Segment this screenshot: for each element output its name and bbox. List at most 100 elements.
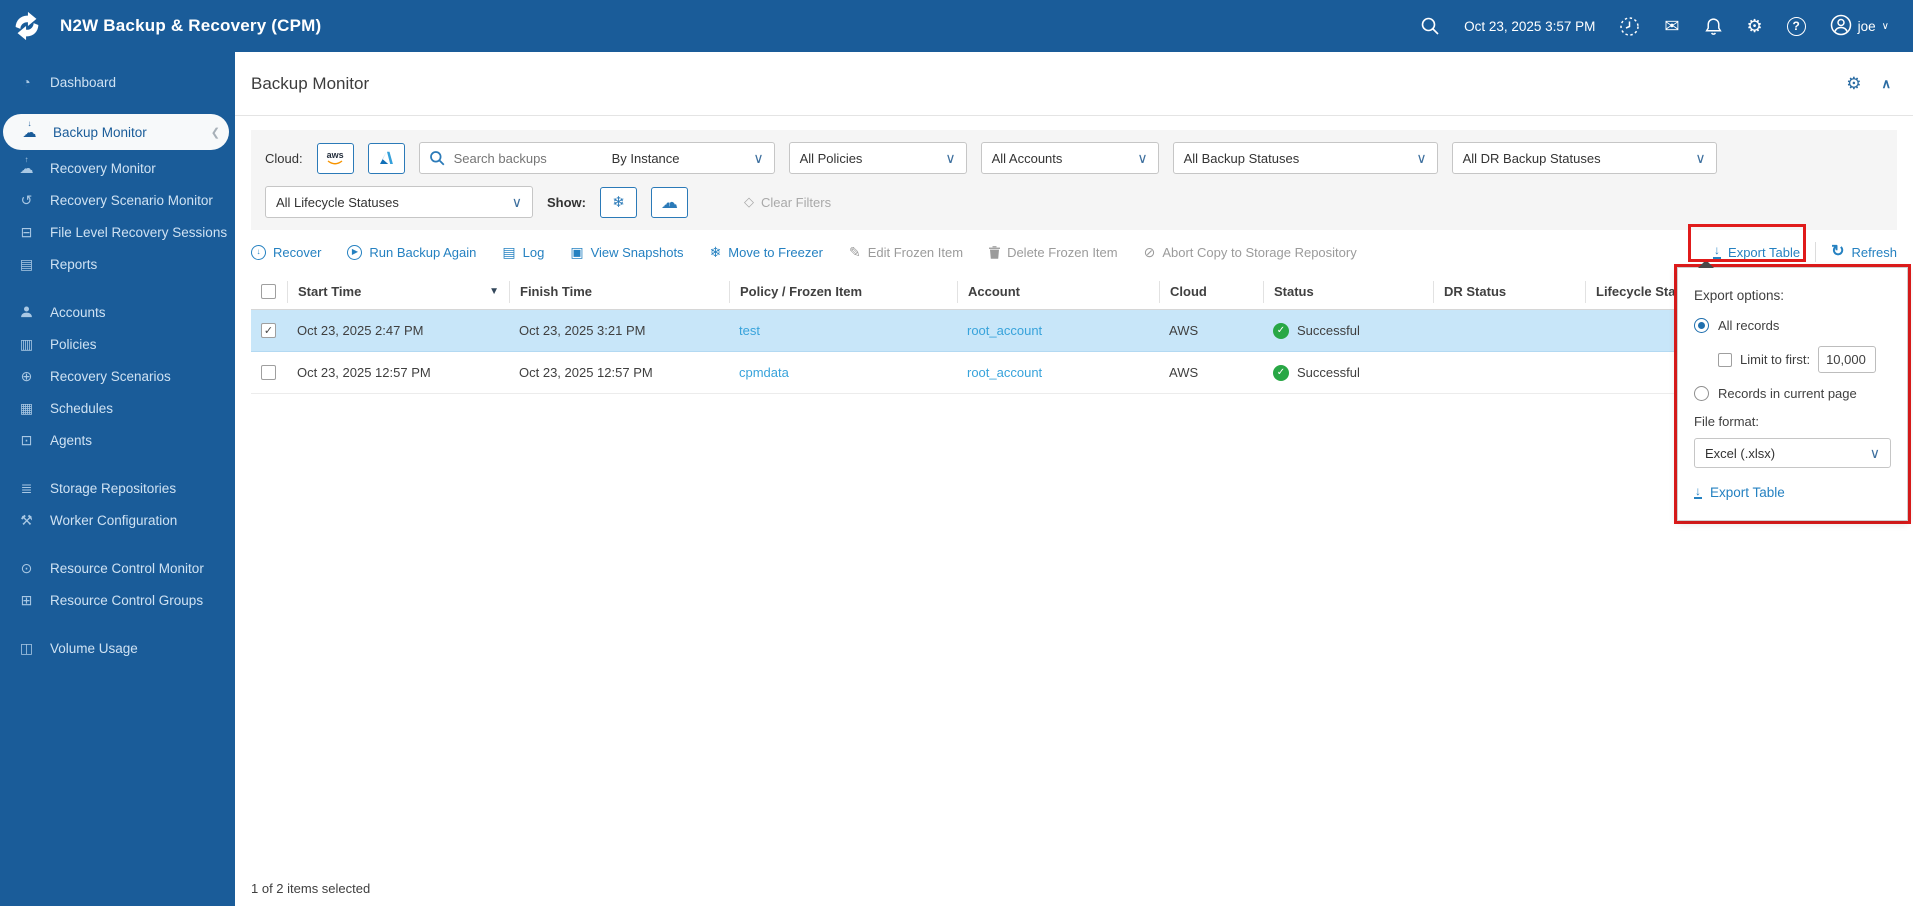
filter-dropdown-all-accounts[interactable]: All Accounts ∨ — [980, 142, 1159, 174]
show-backups-toggle[interactable]: ☁ ↑ — [651, 186, 688, 218]
sidebar-item-backup-monitor[interactable]: ☁ ↓ Backup Monitor — [3, 114, 229, 150]
topbar: N2W Backup & Recovery (CPM) Oct 23, 2025… — [0, 0, 1913, 52]
column-header-finish-time[interactable]: Finish Time — [509, 280, 729, 303]
scroll-icon: ▥ — [19, 336, 34, 352]
sidebar-item-recovery-scenario-monitor[interactable]: ↺ Recovery Scenario Monitor — [0, 184, 235, 216]
sidebar-item-policies[interactable]: ▥ Policies — [0, 328, 235, 360]
sidebar-item-label: Recovery Scenarios — [50, 368, 171, 384]
limit-checkbox[interactable] — [1718, 352, 1732, 367]
clock-icon[interactable] — [1619, 16, 1640, 37]
sort-desc-icon[interactable]: ▼ — [489, 286, 499, 297]
sidebar-item-resource-control-monitor[interactable]: ⊙ Resource Control Monitor — [0, 552, 235, 584]
help-icon[interactable]: ? — [1786, 16, 1806, 36]
account-link[interactable]: root_account — [967, 365, 1042, 380]
azure-cloud-toggle[interactable] — [367, 142, 405, 174]
sidebar-item-schedules[interactable]: ▦ Schedules — [0, 392, 235, 424]
sidebar-group: ⊙ Resource Control Monitor ⊞ Resource Contr… — [0, 552, 235, 616]
chevron-down-icon: ∨ — [1416, 150, 1427, 166]
chevron-down-icon: ∨ — [945, 150, 956, 166]
view-snapshots-button[interactable]: ▣ View Snapshots — [570, 245, 683, 260]
chevron-down-icon: ∨ — [511, 194, 522, 210]
refresh-button[interactable]: ↻ Refresh — [1831, 244, 1897, 260]
search-backups-control: By Instance ∨ — [418, 142, 775, 174]
success-check-icon: ✓ — [1273, 364, 1289, 381]
sidebar-item-recovery-scenarios[interactable]: ⊕ Recovery Scenarios — [0, 360, 235, 392]
filter-dropdown-all-backup-statuses[interactable]: All Backup Statuses ∨ — [1172, 142, 1438, 174]
cloud-upload-icon: ☁ ↑ — [661, 192, 678, 212]
column-header-status[interactable]: Status — [1263, 280, 1433, 303]
cell-finish-time: Oct 23, 2025 12:57 PM — [519, 365, 653, 380]
account-link[interactable]: root_account — [967, 323, 1042, 338]
current-page-radio[interactable] — [1694, 386, 1709, 401]
monitor-icon: ⊡ — [20, 432, 33, 448]
sidebar-item-accounts[interactable]: Accounts — [0, 296, 235, 328]
export-table-button[interactable]: ↓ Export Table — [1713, 244, 1800, 260]
current-page-option[interactable]: Records in current page — [1694, 386, 1891, 401]
collapse-chevron-up-icon[interactable]: ∧ — [1881, 76, 1891, 92]
mail-icon[interactable]: ✉ — [1664, 17, 1679, 35]
sidebar: ◔ Dashboard ☁↓ Backup Monitor ☁↑ Recovery Mon… — [0, 52, 235, 906]
log-button[interactable]: ▤ Log — [502, 245, 544, 260]
row-checkbox[interactable] — [261, 365, 276, 380]
file-format-dropdown[interactable]: Excel (.xlsx) ∨ — [1694, 438, 1891, 468]
recover-button[interactable]: ↓ Recover — [251, 244, 321, 260]
all-records-option[interactable]: All records — [1694, 318, 1891, 333]
move-to-freezer-button[interactable]: ❄ Move to Freezer — [710, 245, 823, 260]
popup-export-table-button[interactable]: ↓ Export Table — [1694, 485, 1891, 500]
cell-finish-time: Oct 23, 2025 3:21 PM — [519, 323, 646, 338]
column-header-start-time[interactable]: Start Time ▼ — [287, 280, 509, 303]
sidebar-group: ≣ Storage Repositories ⚒ Worker Configurati… — [0, 472, 235, 536]
popup-caret — [1698, 260, 1714, 268]
column-header-dr-status[interactable]: DR Status — [1433, 280, 1585, 303]
table-row[interactable]: ✓ Oct 23, 2025 2:47 PM Oct 23, 2025 3:21 P… — [251, 310, 1897, 352]
sidebar-item-resource-control-groups[interactable]: ⊞ Resource Control Groups — [0, 584, 235, 616]
search-input[interactable] — [453, 150, 606, 166]
main-content: Backup Monitor ⚙ ∧ Cloud: aws Search bac… — [235, 52, 1913, 906]
search-icon[interactable] — [1420, 16, 1440, 36]
sidebar-item-reports[interactable]: ▤ Reports — [0, 248, 235, 280]
column-header-policy-frozen-item[interactable]: Policy / Frozen Item — [729, 280, 957, 303]
run-backup-again-button[interactable]: ▶ Run Backup Again — [347, 244, 476, 260]
volume-icon: ◫ — [19, 640, 34, 656]
filter-dropdown-all-policies[interactable]: All Policies ∨ — [788, 142, 967, 174]
show-frozen-toggle[interactable]: ❄ — [600, 186, 637, 218]
sidebar-item-agents[interactable]: ⊡ Agents — [0, 424, 235, 456]
filter-dropdown-all-dr-backup-statuses[interactable]: All DR Backup Statuses ∨ — [1451, 142, 1717, 174]
trash-icon — [989, 245, 1001, 259]
sidebar-item-dashboard[interactable]: ◔ Dashboard — [0, 66, 235, 98]
gear-icon[interactable]: ⚙ — [1747, 17, 1763, 35]
panel-settings-gear-icon[interactable]: ⚙ — [1846, 74, 1861, 94]
limit-value-input[interactable] — [1818, 346, 1877, 373]
sidebar-item-label: File Level Recovery Sessions — [50, 224, 228, 240]
column-header-account[interactable]: Account — [957, 280, 1159, 303]
sidebar-item-label: Worker Configuration — [50, 512, 178, 528]
sidebar-item-storage-repositories[interactable]: ≣ Storage Repositories — [0, 472, 235, 504]
select-all-checkbox[interactable] — [261, 284, 276, 299]
policy-link[interactable]: cpmdata — [739, 365, 789, 380]
bell-icon[interactable] — [1704, 17, 1723, 36]
sidebar-item-file-level-recovery-sessions[interactable]: ⊟ File Level Recovery Sessions — [0, 216, 235, 248]
clear-filters-button[interactable]: ◇ Clear Filters — [744, 194, 831, 210]
row-checkbox[interactable]: ✓ — [261, 323, 276, 338]
user-menu[interactable]: joe ∨ — [1830, 14, 1889, 39]
page-title: Backup Monitor — [251, 73, 370, 93]
policy-link[interactable]: test — [739, 323, 760, 338]
table-row[interactable]: Oct 23, 2025 12:57 PM Oct 23, 2025 12:57 … — [251, 352, 1897, 394]
sidebar-item-volume-usage[interactable]: ◫ Volume Usage — [0, 632, 235, 664]
sidebar-item-label: Schedules — [50, 400, 114, 416]
chevron-down-icon: ∨ — [1695, 150, 1706, 166]
sidebar-item-worker-configuration[interactable]: ⚒ Worker Configuration — [0, 504, 235, 536]
search-scope-dropdown[interactable]: By Instance ∨ — [606, 143, 774, 173]
all-records-radio[interactable] — [1694, 318, 1709, 333]
snapshots-icon: ▣ — [570, 244, 584, 260]
success-check-icon: ✓ — [1273, 322, 1289, 339]
recover-icon: ↓ — [251, 244, 266, 260]
column-header-cloud[interactable]: Cloud — [1159, 280, 1263, 303]
sidebar-group: ◫ Volume Usage — [0, 632, 235, 664]
lifecycle-status-dropdown[interactable]: All Lifecycle Statuses ∨ — [265, 186, 533, 218]
aws-cloud-toggle[interactable]: aws — [316, 142, 354, 174]
sidebar-item-recovery-monitor[interactable]: ☁ ↑ Recovery Monitor — [0, 152, 235, 184]
resource-monitor-icon: ⊙ — [20, 560, 33, 576]
sidebar-group: ◔ Dashboard — [0, 66, 235, 98]
search-icon — [429, 150, 445, 166]
